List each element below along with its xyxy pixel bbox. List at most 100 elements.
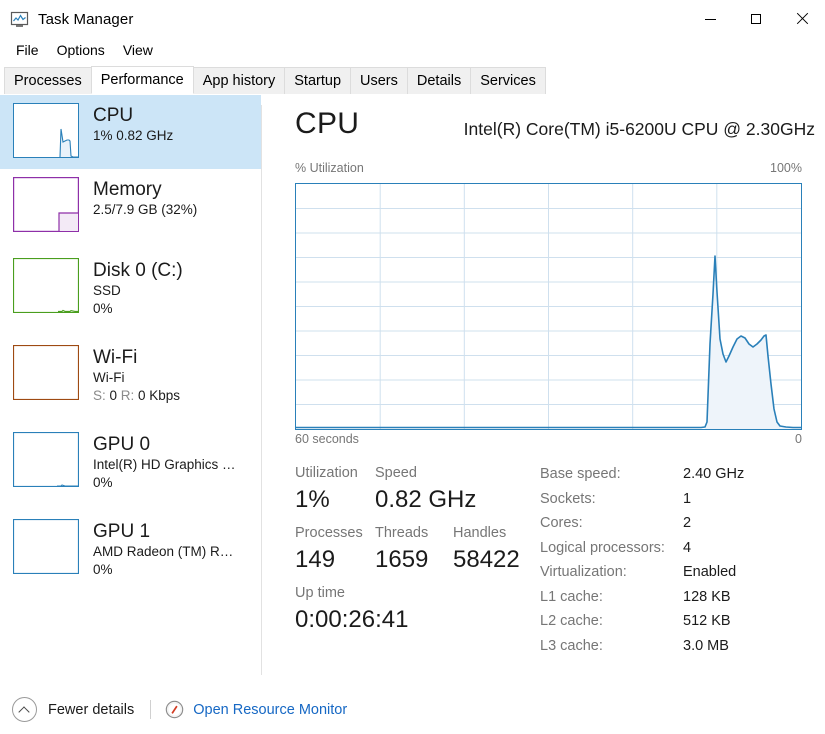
cpu-thumbnail-graph bbox=[13, 103, 79, 158]
spec-row-logical-processors: Logical processors: 4 bbox=[540, 536, 820, 561]
sidebar-item-disk0[interactable]: Disk 0 (C:) SSD 0% bbox=[0, 250, 261, 324]
uptime-value: 0:00:26:41 bbox=[295, 606, 409, 633]
tab-users[interactable]: Users bbox=[350, 67, 408, 94]
logical-processors-value: 4 bbox=[683, 539, 692, 556]
menu-options[interactable]: Options bbox=[48, 40, 114, 61]
speed-label: Speed bbox=[375, 465, 417, 481]
sidebar-memory-sub1: 2.5/7.9 GB (32%) bbox=[93, 202, 198, 217]
close-icon bbox=[796, 13, 808, 25]
task-manager-icon bbox=[10, 10, 29, 29]
handles-label: Handles bbox=[453, 525, 507, 541]
tab-services[interactable]: Services bbox=[470, 67, 546, 94]
graph-ylabel: % Utilization bbox=[295, 161, 364, 175]
wifi-thumbnail-graph bbox=[13, 345, 79, 400]
fewer-details-label: Fewer details bbox=[48, 701, 135, 718]
sidebar-item-wifi[interactable]: Wi-Fi Wi-Fi S: 0 R: 0 Kbps bbox=[0, 337, 261, 411]
graph-axis-labels-top: % Utilization 100% bbox=[295, 161, 802, 175]
cores-label: Cores: bbox=[540, 515, 583, 531]
sidebar-gpu0-title: GPU 0 bbox=[93, 434, 151, 455]
graph-time-zero-label: 0 bbox=[795, 432, 802, 446]
maximize-button[interactable] bbox=[733, 0, 779, 38]
resource-monitor-icon bbox=[165, 700, 184, 719]
open-resource-monitor-link[interactable]: Open Resource Monitor bbox=[165, 700, 347, 719]
title-bar: Task Manager bbox=[0, 0, 825, 38]
spec-row-sockets: Sockets: 1 bbox=[540, 487, 820, 512]
cpu-stats-row-2-labels: Processes Threads Handles bbox=[295, 522, 545, 544]
sidebar-memory-title: Memory bbox=[93, 179, 162, 200]
handles-value: 58422 bbox=[453, 546, 520, 573]
minimize-icon bbox=[704, 18, 716, 20]
cpu-stats-row-3: Up time 0:00:26:41 bbox=[295, 582, 545, 636]
cpu-stats-group: Utilization Speed 1% 0.82 GHz Processes … bbox=[295, 462, 545, 642]
spec-row-cores: Cores: 2 bbox=[540, 511, 820, 536]
minimize-button[interactable] bbox=[687, 0, 733, 38]
disk-thumbnail-graph bbox=[13, 258, 79, 313]
cpu-model-name: Intel(R) Core(TM) i5-6200U CPU @ 2.30GHz bbox=[463, 119, 815, 139]
uptime-label: Up time bbox=[295, 585, 345, 601]
window-controls bbox=[687, 0, 825, 38]
l3-cache-value: 3.0 MB bbox=[683, 637, 729, 654]
cpu-stats-row-1-values: 1% 0.82 GHz bbox=[295, 484, 545, 516]
sidebar-disk0-sub1: SSD bbox=[93, 283, 121, 298]
tab-app-history[interactable]: App history bbox=[192, 67, 286, 94]
l2-cache-label: L2 cache: bbox=[540, 613, 603, 629]
cpu-header: CPU Intel(R) Core(TM) i5-6200U CPU @ 2.3… bbox=[295, 107, 815, 141]
menu-bar: File Options View bbox=[0, 38, 825, 62]
memory-thumbnail-graph bbox=[13, 177, 79, 232]
tab-performance[interactable]: Performance bbox=[90, 66, 194, 94]
menu-file[interactable]: File bbox=[7, 40, 48, 61]
sidebar-disk0-title: Disk 0 (C:) bbox=[93, 260, 183, 281]
tab-details[interactable]: Details bbox=[406, 67, 472, 94]
logical-processors-label: Logical processors: bbox=[540, 539, 665, 556]
threads-value: 1659 bbox=[375, 546, 429, 573]
sidebar-memory-text: Memory 2.5/7.9 GB (32%) bbox=[93, 177, 197, 219]
spec-row-virtualization: Virtualization: Enabled bbox=[540, 560, 820, 585]
l2-cache-value: 512 KB bbox=[683, 613, 731, 629]
virtualization-label: Virtualization: bbox=[540, 564, 627, 580]
sockets-label: Sockets: bbox=[540, 490, 596, 507]
sidebar-item-cpu[interactable]: CPU 1% 0.82 GHz bbox=[0, 95, 261, 169]
cpu-stats-row-2-values: 149 1659 58422 bbox=[295, 544, 545, 576]
utilization-value: 1% bbox=[295, 486, 330, 513]
sidebar-gpu1-title: GPU 1 bbox=[93, 521, 151, 542]
gpu1-thumbnail-graph bbox=[13, 519, 79, 574]
sidebar-gpu0-text: GPU 0 Intel(R) HD Graphics … 0% bbox=[93, 432, 236, 492]
sidebar-item-gpu1[interactable]: GPU 1 AMD Radeon (TM) R… 0% bbox=[0, 511, 261, 585]
title-bar-left: Task Manager bbox=[10, 0, 133, 38]
spec-row-l2-cache: L2 cache: 512 KB bbox=[540, 609, 820, 634]
sidebar-gpu0-sub2: 0% bbox=[93, 475, 113, 490]
content-area: CPU 1% 0.82 GHz Memory 2.5/7.9 GB (32%) bbox=[0, 95, 825, 685]
sidebar-cpu-text: CPU 1% 0.82 GHz bbox=[93, 103, 173, 145]
spec-row-l3-cache: L3 cache: 3.0 MB bbox=[540, 634, 820, 659]
l3-cache-label: L3 cache: bbox=[540, 637, 603, 654]
graph-axis-labels-bottom: 60 seconds 0 bbox=[295, 432, 802, 446]
l1-cache-value: 128 KB bbox=[683, 588, 731, 605]
gpu0-thumbnail-graph bbox=[13, 432, 79, 487]
maximize-icon bbox=[751, 14, 761, 24]
tab-strip: Processes Performance App history Startu… bbox=[0, 66, 825, 94]
window-title: Task Manager bbox=[38, 10, 134, 28]
sidebar-item-gpu0[interactable]: GPU 0 Intel(R) HD Graphics … 0% bbox=[0, 424, 261, 498]
base-speed-value: 2.40 GHz bbox=[683, 466, 745, 482]
cpu-detail-panel: CPU Intel(R) Core(TM) i5-6200U CPU @ 2.3… bbox=[262, 95, 825, 685]
sidebar-cpu-sub1: 1% 0.82 GHz bbox=[93, 128, 174, 143]
fewer-details-button[interactable]: Fewer details bbox=[12, 697, 134, 722]
cpu-specs-table: Base speed: 2.40 GHz Sockets: 1 Cores: 2… bbox=[540, 462, 820, 658]
close-button[interactable] bbox=[779, 0, 825, 38]
cpu-stats-row-1-labels: Utilization Speed bbox=[295, 462, 545, 484]
processes-label: Processes bbox=[295, 525, 363, 541]
sidebar-gpu0-sub1: Intel(R) HD Graphics … bbox=[93, 457, 236, 472]
cpu-stats-row-2: Processes Threads Handles 149 1659 58422 bbox=[295, 522, 545, 576]
sidebar-item-memory[interactable]: Memory 2.5/7.9 GB (32%) bbox=[0, 169, 261, 243]
cores-value: 2 bbox=[683, 515, 692, 531]
sidebar-gpu1-text: GPU 1 AMD Radeon (TM) R… 0% bbox=[93, 519, 233, 579]
sidebar-disk0-sub2: 0% bbox=[93, 301, 113, 316]
tab-processes[interactable]: Processes bbox=[4, 67, 92, 94]
resource-sidebar: CPU 1% 0.82 GHz Memory 2.5/7.9 GB (32%) bbox=[0, 95, 261, 685]
graph-ymax-label: 100% bbox=[770, 161, 802, 175]
base-speed-label: Base speed: bbox=[540, 466, 621, 482]
page-title: CPU bbox=[295, 107, 360, 140]
menu-view[interactable]: View bbox=[114, 40, 162, 61]
open-resource-monitor-label: Open Resource Monitor bbox=[193, 701, 348, 718]
tab-startup[interactable]: Startup bbox=[284, 67, 352, 94]
